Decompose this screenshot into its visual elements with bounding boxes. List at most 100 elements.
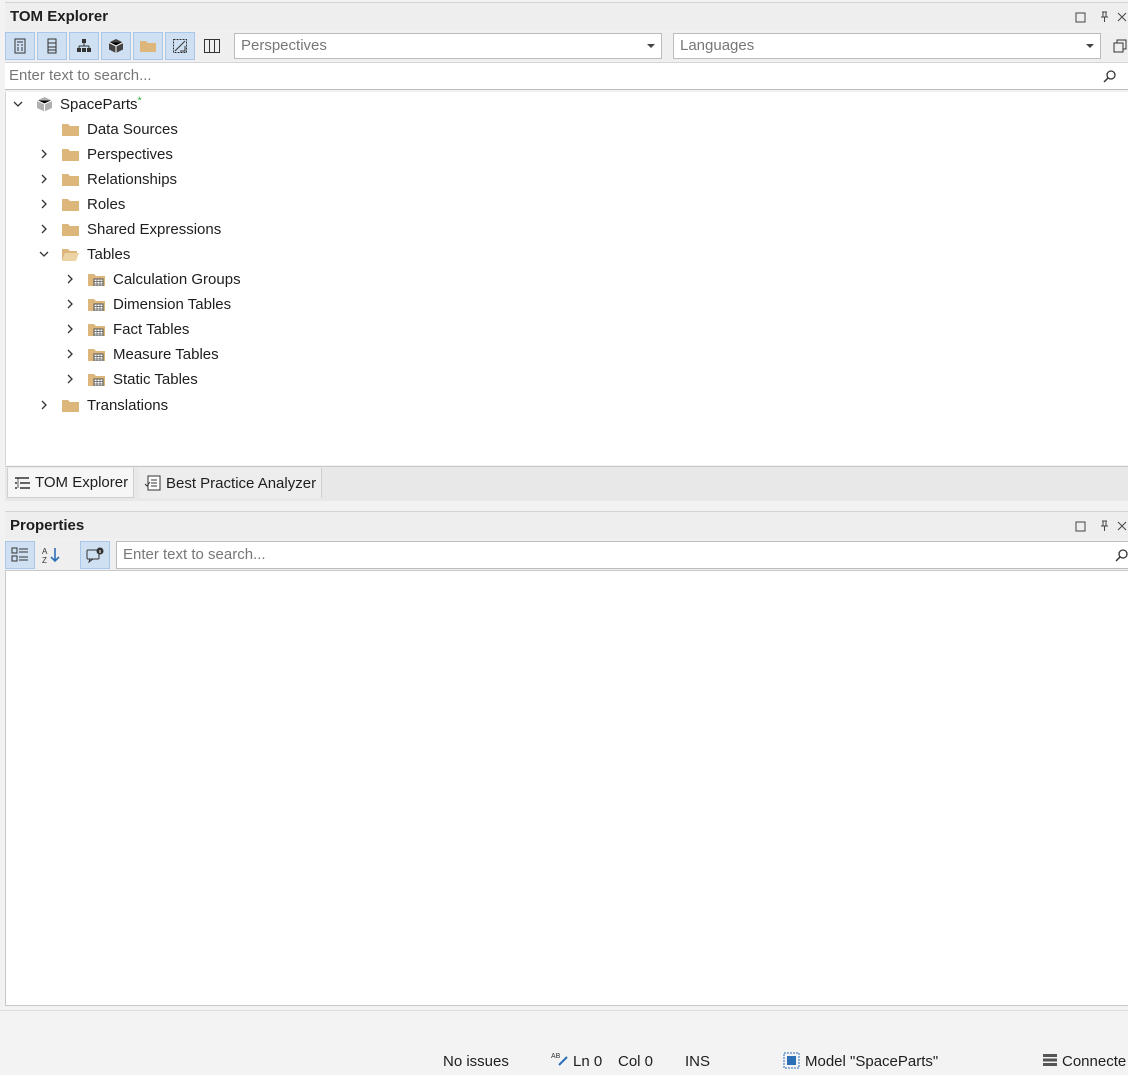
- show-columns-icon[interactable]: [37, 32, 67, 60]
- perspectives-placeholder: Perspectives: [241, 37, 327, 54]
- window-options-icon[interactable]: [1109, 32, 1128, 60]
- pin-icon[interactable]: [1092, 512, 1116, 540]
- tree-node-model[interactable]: SpaceParts *: [10, 92, 142, 116]
- pin-icon[interactable]: [1092, 3, 1116, 31]
- show-display-folders-icon[interactable]: [133, 32, 163, 60]
- show-hierarchies-icon[interactable]: [69, 32, 99, 60]
- tom-tree: SpaceParts * Data Sources Perspectives Re…: [5, 92, 1128, 465]
- chevron-right-icon[interactable]: [62, 367, 78, 391]
- insert-mode-indicator: INS: [685, 1053, 711, 1070]
- svg-text:A: A: [42, 547, 48, 556]
- tree-node-relationships[interactable]: Relationships: [36, 167, 177, 191]
- search-placeholder: Enter text to search...: [123, 546, 266, 563]
- server-icon: [1043, 1054, 1057, 1066]
- tree-node-table-group[interactable]: Dimension Tables: [62, 292, 231, 316]
- folder-icon: [62, 223, 79, 236]
- chevron-down-icon: [647, 44, 655, 48]
- status-bar: No issues AB Ln 0 Col 0 INS Model "Space…: [0, 1010, 1128, 1075]
- property-description-icon[interactable]: [80, 541, 110, 569]
- open-folder-icon: [62, 248, 79, 261]
- table-folder-icon: [88, 323, 105, 336]
- table-folder-icon: [88, 273, 105, 286]
- node-label: Static Tables: [113, 370, 198, 388]
- tree-node-tables[interactable]: Tables: [36, 242, 130, 266]
- tree-node-roles[interactable]: Roles: [36, 192, 125, 216]
- column-indicator: Col 0: [618, 1053, 654, 1070]
- properties-toolbar: AZ Enter text to search...: [5, 540, 1128, 570]
- show-partitions-icon[interactable]: [101, 32, 131, 60]
- folder-icon: [62, 198, 79, 211]
- show-all-object-types-icon[interactable]: [197, 32, 227, 60]
- table-folder-icon: [88, 298, 105, 311]
- search-icon[interactable]: [1115, 549, 1128, 562]
- chevron-right-icon[interactable]: [36, 192, 52, 216]
- tree-node-perspectives[interactable]: Perspectives: [36, 142, 173, 166]
- perspectives-dropdown[interactable]: Perspectives: [234, 33, 662, 59]
- folder-icon: [62, 148, 79, 161]
- show-measures-icon[interactable]: [5, 32, 35, 60]
- properties-title-bar: Properties: [5, 511, 1128, 539]
- tab-best-practice-analyzer[interactable]: Best Practice Analyzer: [139, 468, 323, 498]
- tom-explorer-tab-strip: TOM Explorer Best Practice Analyzer: [5, 466, 1128, 501]
- maximize-icon[interactable]: [1068, 512, 1092, 540]
- chevron-down-icon: [1086, 44, 1094, 48]
- properties-title: Properties: [10, 517, 85, 534]
- connection-status[interactable]: Connecte: [1062, 1053, 1126, 1070]
- chevron-right-icon[interactable]: [36, 393, 52, 417]
- folder-icon: [62, 173, 79, 186]
- node-label: Data Sources: [87, 120, 178, 138]
- search-placeholder: Enter text to search...: [9, 67, 152, 84]
- table-folder-icon: [88, 348, 105, 361]
- tab-tom-explorer[interactable]: TOM Explorer: [7, 468, 135, 498]
- maximize-icon[interactable]: [1068, 3, 1092, 31]
- chevron-down-icon[interactable]: [10, 92, 26, 116]
- tree-node-table-group[interactable]: Fact Tables: [62, 317, 189, 341]
- chevron-down-icon[interactable]: [36, 242, 52, 266]
- issues-status[interactable]: No issues: [443, 1053, 509, 1070]
- close-icon[interactable]: [1116, 3, 1128, 31]
- line-indicator: Ln 0: [573, 1053, 603, 1070]
- show-hidden-icon[interactable]: [165, 32, 195, 60]
- chevron-right-icon[interactable]: [36, 217, 52, 241]
- tom-explorer-toolbar: Perspectives Languages: [5, 31, 1128, 61]
- svg-text:AB: AB: [551, 1053, 561, 1060]
- table-folder-icon: [88, 373, 105, 386]
- sort-alphabetical-icon[interactable]: AZ: [36, 541, 66, 569]
- node-label: Measure Tables: [113, 345, 219, 363]
- chevron-right-icon[interactable]: [62, 267, 78, 291]
- properties-grid[interactable]: [5, 570, 1128, 1006]
- tom-explorer-title-bar: TOM Explorer: [5, 2, 1128, 30]
- tom-explorer-search-input[interactable]: Enter text to search...: [5, 62, 1128, 90]
- languages-dropdown[interactable]: Languages: [673, 33, 1101, 59]
- tree-node-table-group[interactable]: Measure Tables: [62, 342, 219, 366]
- close-icon[interactable]: [1116, 512, 1128, 540]
- categorized-view-icon[interactable]: [5, 541, 35, 569]
- chevron-right-icon[interactable]: [36, 167, 52, 191]
- node-label: Translations: [87, 396, 169, 414]
- properties-search-input[interactable]: Enter text to search...: [116, 541, 1128, 569]
- model-cube-icon: [36, 97, 53, 112]
- tree-node-table-group[interactable]: Static Tables: [62, 367, 198, 391]
- tab-label: Best Practice Analyzer: [166, 474, 317, 492]
- search-icon[interactable]: [1103, 70, 1116, 83]
- tree-node-translations[interactable]: Translations: [36, 393, 168, 417]
- modified-mark: *: [137, 95, 142, 107]
- node-label: Shared Expressions: [87, 220, 222, 238]
- node-label: Roles: [87, 195, 126, 213]
- chevron-right-icon[interactable]: [62, 292, 78, 316]
- node-label: Dimension Tables: [113, 295, 232, 313]
- tab-label: TOM Explorer: [35, 474, 129, 491]
- chevron-right-icon[interactable]: [36, 142, 52, 166]
- tree-node-table-group[interactable]: Calculation Groups: [62, 267, 241, 291]
- folder-icon: [62, 399, 79, 412]
- model-status[interactable]: Model "SpaceParts": [805, 1053, 938, 1070]
- chevron-right-icon[interactable]: [62, 317, 78, 341]
- chevron-right-icon[interactable]: [62, 342, 78, 366]
- folder-icon: [62, 123, 79, 136]
- tree-node-shared-expressions[interactable]: Shared Expressions: [36, 217, 221, 241]
- node-label: Fact Tables: [113, 320, 190, 338]
- node-label: Tables: [87, 245, 131, 263]
- svg-text:Z: Z: [42, 556, 47, 564]
- tree-node-data-sources[interactable]: Data Sources: [62, 117, 178, 141]
- model-label: SpaceParts: [60, 95, 138, 113]
